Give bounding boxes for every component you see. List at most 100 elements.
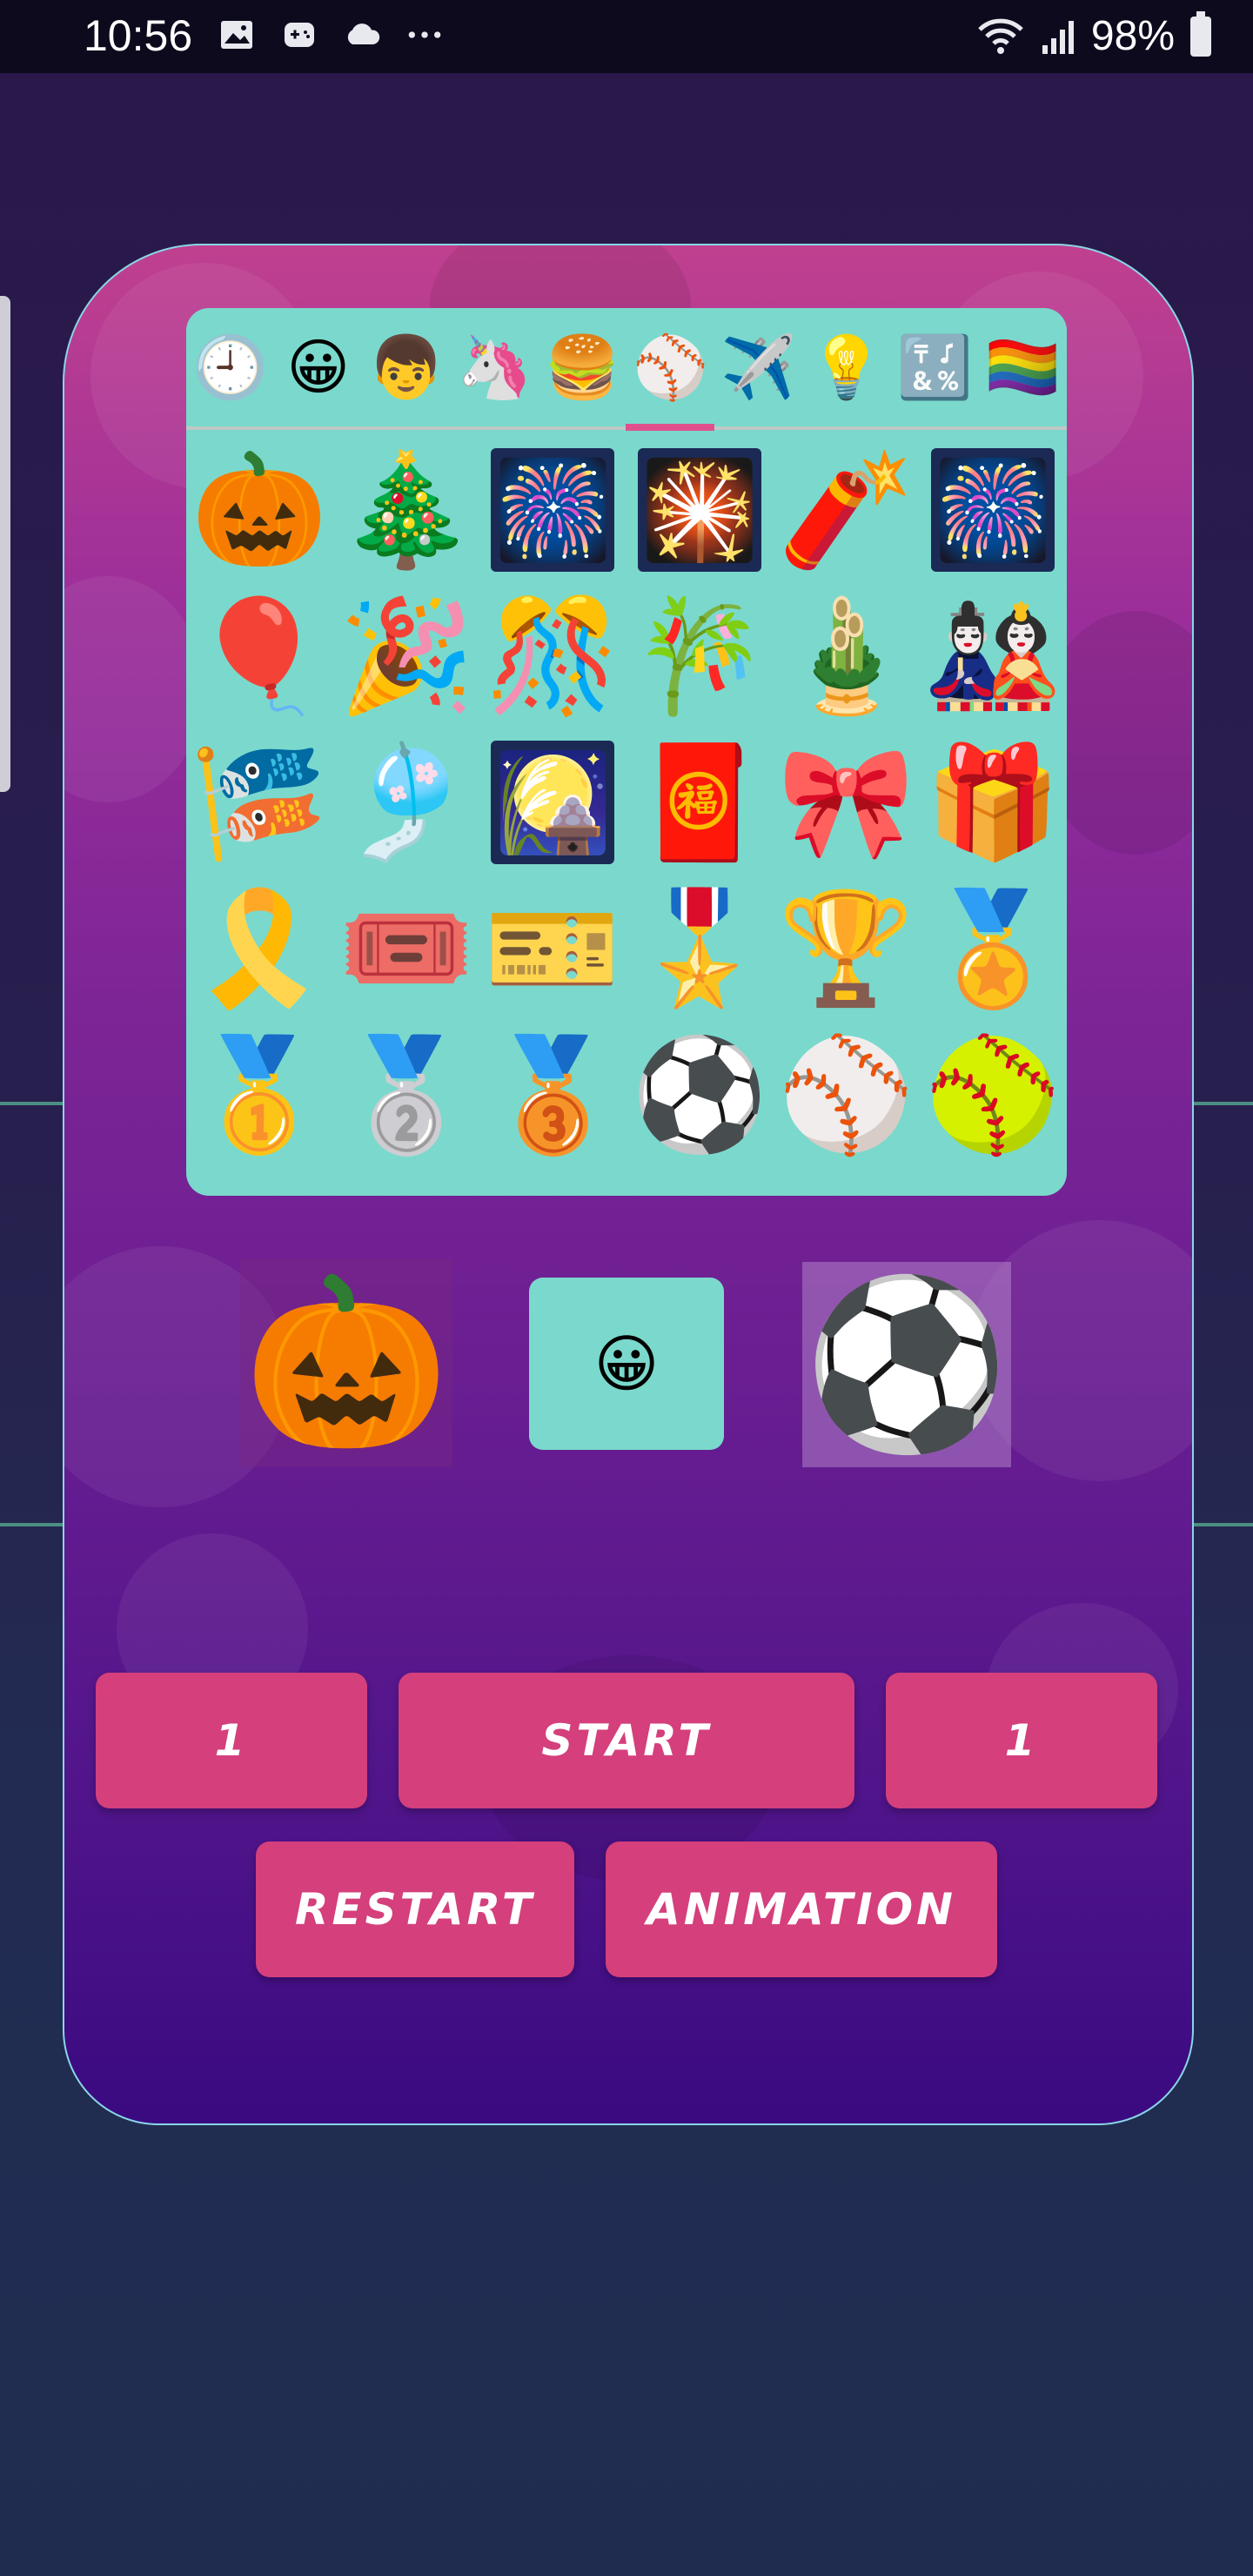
battery-percent: 98%	[1090, 13, 1175, 59]
category-tab[interactable]: 🍔	[539, 308, 626, 426]
emoji-cell[interactable]: 🎆	[479, 437, 626, 583]
divider-line	[0, 1523, 66, 1526]
emoji-cell[interactable]: 🎍	[773, 583, 920, 729]
emoji-glyph: 🥇	[191, 1030, 328, 1158]
emoji-glyph: 🎟️	[338, 884, 475, 1012]
status-left-icons	[218, 16, 444, 54]
signal-icon	[1042, 20, 1074, 54]
emoji-glyph: 🥈	[338, 1030, 475, 1158]
status-right: 98%	[976, 10, 1211, 60]
emoji-picker: 🕘 😀 👦 🦄 🍔 ⚾ ✈️ 💡 🔣 🏳️‍🌈 🎃 🎄 🎆 🎇 🧨 🎆 🎈 🎉 🎊 🎋 🎍 🎎 🎏 🎐 🎑 🧧 🎀 🎁 🎗️ 🎟️ 🎫 🎖️…	[186, 308, 1067, 1196]
status-time: 10:56	[84, 11, 193, 60]
image-icon	[218, 16, 256, 54]
emoji-cell[interactable]: 🧨	[773, 437, 920, 583]
emoji-cell[interactable]: 🎋	[626, 583, 774, 729]
emoji-cell[interactable]: 🎆	[920, 437, 1067, 583]
emoji-glyph: 🎍	[778, 592, 915, 720]
emoji-cell[interactable]: 🎑	[479, 729, 626, 875]
target-emoji[interactable]: 😀	[529, 1278, 724, 1450]
left-count-button[interactable]: 1	[96, 1673, 367, 1808]
emoji-cell[interactable]: 🎊	[479, 583, 626, 729]
emoji-cell[interactable]: 🎁	[920, 729, 1067, 875]
category-tab[interactable]: 🦄	[451, 308, 539, 426]
emoji-cell[interactable]: 🥉	[479, 1022, 626, 1168]
start-button[interactable]: START	[399, 1673, 854, 1808]
emoji-cell[interactable]: 🎎	[920, 583, 1067, 729]
emoji-glyph: ⚾	[778, 1030, 915, 1158]
emoji-glyph: 🎫	[485, 884, 621, 1012]
emoji-glyph: 🎋	[631, 592, 768, 720]
status-bar: 10:56 98%	[0, 0, 1253, 73]
emoji-glyph: 🎃	[191, 446, 328, 574]
emoji-glyph: 🧨	[778, 446, 915, 574]
emoji-glyph: 🎆	[931, 448, 1055, 572]
emoji-glyph: ⚽	[631, 1030, 768, 1158]
category-tab[interactable]: 👦	[362, 308, 450, 426]
emoji-glyph: 🎗️	[191, 884, 328, 1012]
wifi-icon	[978, 18, 1023, 54]
emoji-cell[interactable]: 🎉	[333, 583, 480, 729]
emoji-glyph: 🎉	[338, 592, 475, 720]
category-tab[interactable]: 😀	[274, 308, 362, 426]
game-icon	[280, 16, 318, 54]
emoji-glyph: 🎆	[491, 448, 615, 572]
emoji-cell[interactable]: 🥎	[920, 1022, 1067, 1168]
emoji-cell[interactable]: 🎇	[626, 437, 774, 583]
emoji-glyph: 🎎	[924, 592, 1062, 720]
emoji-cell[interactable]: 🏆	[773, 875, 920, 1022]
divider-line	[1187, 1523, 1253, 1526]
player-right-emoji[interactable]: ⚽	[802, 1262, 1011, 1467]
category-tab[interactable]: ⚾	[626, 308, 714, 426]
emoji-glyph: 🥉	[485, 1030, 621, 1158]
emoji-glyph: 🎀	[778, 738, 915, 866]
emoji-cell[interactable]: 🥈	[333, 1022, 480, 1168]
category-tabs: 🕘 😀 👦 🦄 🍔 ⚾ ✈️ 💡 🔣 🏳️‍🌈	[186, 308, 1067, 426]
emoji-cell[interactable]: 🎀	[773, 729, 920, 875]
emoji-cell[interactable]: 🎟️	[333, 875, 480, 1022]
background-bubble	[64, 576, 204, 802]
category-indicator	[626, 424, 714, 431]
right-count-button[interactable]: 1	[886, 1673, 1157, 1808]
emoji-glyph: 🎈	[191, 592, 328, 720]
emoji-cell[interactable]: ⚽	[626, 1022, 774, 1168]
emoji-glyph: 🎇	[638, 448, 762, 572]
side-panel-handle[interactable]	[0, 296, 10, 792]
divider-line	[0, 1102, 66, 1105]
emoji-cell[interactable]: 🎃	[186, 437, 333, 583]
emoji-cell[interactable]: ⚾	[773, 1022, 920, 1168]
emoji-glyph: 🏅	[924, 884, 1062, 1012]
emoji-glyph: 🎐	[338, 738, 475, 866]
category-tab[interactable]: 💡	[802, 308, 890, 426]
emoji-cell[interactable]: 🎄	[333, 437, 480, 583]
emoji-glyph: 🥎	[924, 1030, 1062, 1158]
category-tab[interactable]: ✈️	[714, 308, 802, 426]
emoji-grid: 🎃 🎄 🎆 🎇 🧨 🎆 🎈 🎉 🎊 🎋 🎍 🎎 🎏 🎐 🎑 🧧 🎀 🎁 🎗️ 🎟️ 🎫 🎖️ 🏆 🏅 🥇 🥈 🥉 ⚽ ⚾ 🥎	[186, 437, 1067, 1168]
category-tab[interactable]: 🏳️‍🌈	[979, 308, 1067, 426]
emoji-cell[interactable]: 🎈	[186, 583, 333, 729]
animation-button[interactable]: ANIMATION	[606, 1841, 997, 1977]
emoji-cell[interactable]: 🧧	[626, 729, 774, 875]
emoji-cell[interactable]: 🎐	[333, 729, 480, 875]
emoji-cell[interactable]: 🎏	[186, 729, 333, 875]
restart-button[interactable]: RESTART	[256, 1841, 574, 1977]
player-left-emoji[interactable]: 🎃	[240, 1258, 452, 1467]
category-tab[interactable]: 🔣	[891, 308, 979, 426]
emoji-glyph: 🎑	[491, 741, 615, 864]
emoji-glyph: 🧧	[631, 738, 768, 866]
emoji-cell[interactable]: 🎖️	[626, 875, 774, 1022]
category-tab[interactable]: 🕘	[186, 308, 274, 426]
cloud-icon	[343, 16, 381, 54]
emoji-glyph: 🎏	[191, 738, 328, 866]
emoji-cell[interactable]: 🎗️	[186, 875, 333, 1022]
emoji-glyph: 🎄	[338, 446, 475, 574]
emoji-glyph: 🎖️	[631, 884, 768, 1012]
emoji-glyph: 🎊	[485, 592, 621, 720]
emoji-glyph: 🏆	[778, 884, 915, 1012]
more-icon	[405, 16, 444, 54]
battery-icon	[1190, 10, 1211, 57]
emoji-cell[interactable]: 🏅	[920, 875, 1067, 1022]
emoji-cell[interactable]: 🥇	[186, 1022, 333, 1168]
emoji-glyph: 🎁	[924, 738, 1062, 866]
emoji-cell[interactable]: 🎫	[479, 875, 626, 1022]
divider-line	[1187, 1102, 1253, 1105]
